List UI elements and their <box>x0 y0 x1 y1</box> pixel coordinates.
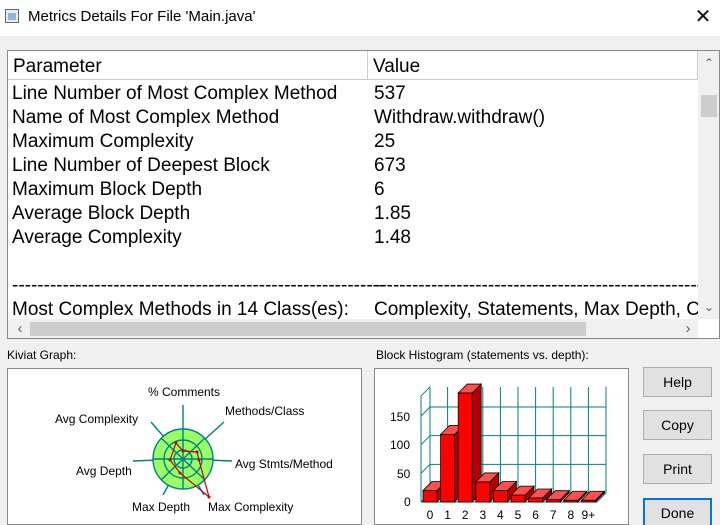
table-row[interactable]: Name of Most Complex Method Withdraw.with… <box>8 106 698 130</box>
table-body: Line Number of Most Complex Method 537 Na… <box>8 80 698 319</box>
kiviat-axis-label: Avg Depth <box>76 464 132 478</box>
x-tick-label: 3 <box>479 508 486 522</box>
scroll-left-icon[interactable]: ‹ <box>10 319 30 338</box>
y-tick-label: 50 <box>397 467 411 481</box>
scroll-right-icon[interactable]: › <box>678 319 698 338</box>
y-tick-label: 100 <box>390 438 410 452</box>
value-cell: 537 <box>374 83 406 104</box>
parameter-cell: Line Number of Most Complex Method <box>12 83 338 104</box>
value-cell: 6 <box>374 179 385 200</box>
parameter-cell: Maximum Complexity <box>12 131 194 152</box>
kiviat-graph-label: Kiviat Graph: <box>7 348 77 362</box>
x-tick-label: 6 <box>532 508 539 522</box>
kiviat-axis-label: Max Complexity <box>208 500 293 514</box>
value-cell: 673 <box>374 155 406 176</box>
table-row[interactable]: Maximum Block Depth 6 <box>8 178 698 202</box>
x-tick-label: 4 <box>497 508 504 522</box>
parameter-cell: Average Block Depth <box>12 203 191 224</box>
table-row[interactable] <box>8 250 698 274</box>
kiviat-axis-label: Avg Complexity <box>55 412 138 426</box>
parameter-cell: Maximum Block Depth <box>12 179 203 200</box>
parameter-cell: Average Complexity <box>12 227 182 248</box>
horizontal-scrollbar[interactable]: ‹ › <box>8 319 698 338</box>
kiviat-axis-label: Max Depth <box>132 500 190 514</box>
y-tick-label: 150 <box>390 410 410 424</box>
value-cell: 25 <box>374 131 396 152</box>
copy-button[interactable]: Copy <box>643 410 712 440</box>
vertical-scrollbar[interactable]: ⌃ ⌄ <box>698 51 719 319</box>
x-tick-label: 9+ <box>582 508 596 522</box>
app-icon <box>5 9 19 23</box>
x-tick-label: 7 <box>550 508 557 522</box>
scroll-down-icon[interactable]: ⌄ <box>698 297 719 317</box>
scroll-up-icon[interactable]: ⌃ <box>698 53 719 73</box>
value-cell: 1.48 <box>374 227 411 248</box>
value-cell: 1.85 <box>374 203 411 224</box>
close-button[interactable]: ✕ <box>690 4 716 30</box>
kiviat-axis-label: Methods/Class <box>225 404 304 418</box>
table-row[interactable]: ----------------------------------------… <box>8 274 698 298</box>
x-tick-label: 5 <box>515 508 522 522</box>
help-button[interactable]: Help <box>643 367 712 397</box>
window-title: Metrics Details For File 'Main.java' <box>28 8 256 25</box>
x-tick-label: 1 <box>444 508 451 522</box>
parameter-cell: Name of Most Complex Method <box>12 107 280 128</box>
table-header: Parameter Value <box>8 51 698 80</box>
table-row[interactable]: Maximum Complexity 25 <box>8 130 698 154</box>
parameter-cell: ----------------------------------------… <box>12 275 386 296</box>
kiviat-graph-panel: % Comments Methods/Class Avg Stmts/Metho… <box>7 368 362 525</box>
kiviat-axis-label: % Comments <box>148 385 220 399</box>
kiviat-graph: % Comments Methods/Class Avg Stmts/Metho… <box>55 385 333 514</box>
title-bar: Metrics Details For File 'Main.java' ✕ <box>0 0 720 36</box>
x-tick-label: 2 <box>462 508 469 522</box>
value-cell: ----------------------------------------… <box>374 275 698 296</box>
x-tick-label: 0 <box>427 508 434 522</box>
table-row[interactable]: Line Number of Deepest Block 673 <box>8 154 698 178</box>
table-row[interactable]: Average Complexity 1.48 <box>8 226 698 250</box>
x-tick-label: 8 <box>567 508 574 522</box>
block-histogram-chart: 150 100 50 0 0 1 2 3 4 5 6 7 8 9+ <box>390 383 607 522</box>
block-histogram-label: Block Histogram (statements vs. depth): <box>376 348 589 362</box>
parameter-cell: Line Number of Deepest Block <box>12 155 270 176</box>
metrics-details-window: Metrics Details For File 'Main.java' ✕ P… <box>0 0 720 525</box>
done-button[interactable]: Done <box>643 498 712 525</box>
column-header-parameter[interactable]: Parameter <box>8 51 368 80</box>
vertical-scroll-thumb[interactable] <box>701 95 717 117</box>
value-cell: Withdraw.withdraw() <box>374 107 546 128</box>
parameter-cell: Most Complex Methods in 14 Class(es): <box>12 299 349 319</box>
kiviat-axis-label: Avg Stmts/Method <box>235 457 333 471</box>
block-histogram-panel: 150 100 50 0 0 1 2 3 4 5 6 7 8 9+ <box>374 368 629 525</box>
y-tick-label: 0 <box>404 495 411 509</box>
column-header-value[interactable]: Value <box>368 51 698 80</box>
table-row[interactable]: Line Number of Most Complex Method 537 <box>8 82 698 106</box>
table-row[interactable]: Most Complex Methods in 14 Class(es): Com… <box>8 298 698 319</box>
horizontal-scroll-thumb[interactable] <box>30 322 586 336</box>
value-cell: Complexity, Statements, Max Depth, Calls <box>374 299 698 319</box>
table-row[interactable]: Average Block Depth 1.85 <box>8 202 698 226</box>
print-button[interactable]: Print <box>643 454 712 484</box>
metrics-table: Parameter Value Line Number of Most Comp… <box>7 50 720 339</box>
